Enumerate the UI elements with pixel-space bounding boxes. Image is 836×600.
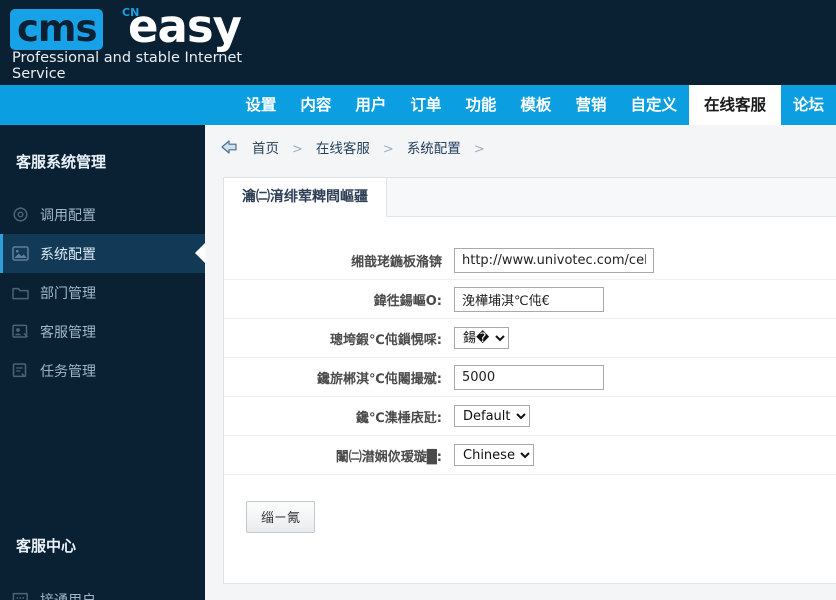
- form-text-input-0[interactable]: [454, 248, 654, 273]
- form-control-wrap-2: 鍚�鏄�: [454, 327, 836, 349]
- sidebar-item-sidebar-group1_items-2[interactable]: 部门管理: [0, 273, 205, 312]
- nav-item-1[interactable]: 内容: [288, 85, 343, 125]
- breadcrumb-item-0[interactable]: 首页: [249, 141, 282, 157]
- sidebar-item-label: 部门管理: [40, 283, 96, 303]
- sidebar: 客服系统管理 调用配置系统配置部门管理客服管理任务管理 客服中心 接通用户交谈记…: [0, 125, 205, 600]
- sidebar-item-sidebar-group1_items-4[interactable]: 任务管理: [0, 351, 205, 390]
- chat-icon: [0, 592, 40, 600]
- page-root: cms CN easy Professional and stable Inte…: [0, 0, 836, 600]
- form-select-2[interactable]: 鍚�鏄�: [454, 327, 509, 349]
- tab-system-config[interactable]: 瀹㈡湇绯荤粺閰嶇疆: [224, 178, 387, 217]
- form-row-1: 鍏徃鍚嶇О:: [224, 280, 836, 319]
- nav-item-8[interactable]: 在线客服: [689, 85, 781, 125]
- form-label-3: 鑱旂郴淇℃伅闂撮殧:: [224, 368, 454, 387]
- form-row-2: 璁垮鍜℃伅鎻愰啋:鍚�鏄�: [224, 319, 836, 358]
- breadcrumb-item-2[interactable]: 系统配置: [404, 141, 464, 157]
- breadcrumb-item-1[interactable]: 在线客服: [313, 141, 373, 157]
- sidebar-item-label: 系统配置: [40, 244, 96, 264]
- breadcrumb-separator: >: [464, 142, 495, 157]
- arrow-right-icon: [219, 138, 239, 156]
- sidebar-item-sidebar-group1_items-1[interactable]: 系统配置: [0, 234, 205, 273]
- logo-tagline: Professional and stable Internet Service: [12, 50, 290, 82]
- form-row-4: 鑱℃潗棰庡瓧:Default: [224, 397, 836, 436]
- nav-item-list: 设置内容用户订单功能模板营销自定义在线客服论坛: [233, 85, 836, 125]
- panel-tabbar: 瀹㈡湇绯荤粺閰嶇疆: [224, 178, 836, 217]
- nav-item-9[interactable]: 论坛: [781, 85, 836, 125]
- task-icon: [0, 363, 40, 378]
- form-control-wrap-1: [454, 287, 836, 312]
- nav-item-3[interactable]: 订单: [398, 85, 453, 125]
- logo-easy-text: easy: [128, 4, 241, 49]
- submit-button[interactable]: 缁ㄧ氞: [246, 501, 315, 533]
- nav-item-7[interactable]: 自定义: [618, 85, 689, 125]
- sidebar-item-label: 接通用户: [40, 590, 96, 600]
- logo-cms-text: cms: [10, 9, 103, 50]
- main-navigation: 设置内容用户订单功能模板营销自定义在线客服论坛: [0, 85, 836, 125]
- nav-item-4[interactable]: 功能: [453, 85, 508, 125]
- sidebar-item-sidebar-group1_items-0[interactable]: 调用配置: [0, 195, 205, 234]
- form-label-5: 闈㈡澘娴佽瑷璇█:: [224, 446, 454, 465]
- image-icon: [0, 246, 40, 261]
- breadcrumb-separator: >: [373, 142, 404, 157]
- form-select-5[interactable]: ChineseEnglish: [454, 444, 534, 466]
- form-control-wrap-5: ChineseEnglish: [454, 444, 836, 466]
- breadcrumb-items: 首页>在线客服>系统配置>: [249, 137, 495, 157]
- nav-item-2[interactable]: 用户: [343, 85, 398, 125]
- nav-item-0[interactable]: 设置: [233, 85, 288, 125]
- sidebar-item-label: 客服管理: [40, 322, 96, 342]
- sidebar-group-title-center: 客服中心: [0, 535, 76, 556]
- sidebar-item-sidebar-group1_items-3[interactable]: 客服管理: [0, 312, 205, 351]
- form-row-3: 鑱旂郴淇℃伅闂撮殧:: [224, 358, 836, 397]
- form-actions: 缁ㄧ氞: [224, 475, 836, 533]
- form-control-wrap-4: Default: [454, 405, 836, 427]
- breadcrumb: 首页>在线客服>系统配置>: [205, 125, 836, 169]
- folder-icon: [0, 286, 40, 300]
- site-header: cms CN easy Professional and stable Inte…: [0, 0, 836, 85]
- sidebar-item-sidebar-group2_items-0[interactable]: 接通用户: [0, 580, 205, 600]
- form-label-0: 缃戠珯鍦板潃锛: [224, 251, 454, 270]
- nav-item-6[interactable]: 营销: [563, 85, 618, 125]
- sidebar-group-title-system: 客服系统管理: [0, 151, 106, 172]
- breadcrumb-separator: >: [282, 142, 313, 157]
- form-row-0: 缃戠珯鍦板潃锛: [224, 241, 836, 280]
- form-label-2: 璁垮鍜℃伅鎻愰啋:: [224, 329, 454, 348]
- content-area: 首页>在线客服>系统配置> 瀹㈡湇绯荤粺閰嶇疆 缃戠珯鍦板潃锛鍏徃鍚嶇О:璁垮鍜…: [205, 125, 836, 600]
- settings-form: 缃戠珯鍦板潃锛鍏徃鍚嶇О:璁垮鍜℃伅鎻愰啋:鍚�鏄�鑱旂郴淇℃伅闂撮殧:鑱℃潗棰…: [224, 217, 836, 475]
- gear-icon: [0, 206, 40, 223]
- form-row-5: 闈㈡澘娴佽瑷璇█:ChineseEnglish: [224, 436, 836, 475]
- logo-wordmark: cms CN easy: [10, 6, 290, 48]
- form-select-4[interactable]: Default: [454, 405, 530, 427]
- form-label-1: 鍏徃鍚嶇О:: [224, 290, 454, 309]
- site-logo[interactable]: cms CN easy Professional and stable Inte…: [10, 6, 290, 76]
- sidebar-item-label: 调用配置: [40, 205, 96, 225]
- user-card-icon: [0, 324, 40, 339]
- nav-item-5[interactable]: 模板: [508, 85, 563, 125]
- form-text-input-3[interactable]: [454, 365, 604, 390]
- form-text-input-1[interactable]: [454, 287, 604, 312]
- settings-panel: 瀹㈡湇绯荤粺閰嶇疆 缃戠珯鍦板潃锛鍏徃鍚嶇О:璁垮鍜℃伅鎻愰啋:鍚�鏄�鑱旂郴淇…: [223, 177, 836, 584]
- sidebar-item-label: 任务管理: [40, 361, 96, 381]
- form-control-wrap-3: [454, 365, 836, 390]
- form-label-4: 鑱℃潗棰庡瓧:: [224, 407, 454, 426]
- form-control-wrap-0: [454, 248, 836, 273]
